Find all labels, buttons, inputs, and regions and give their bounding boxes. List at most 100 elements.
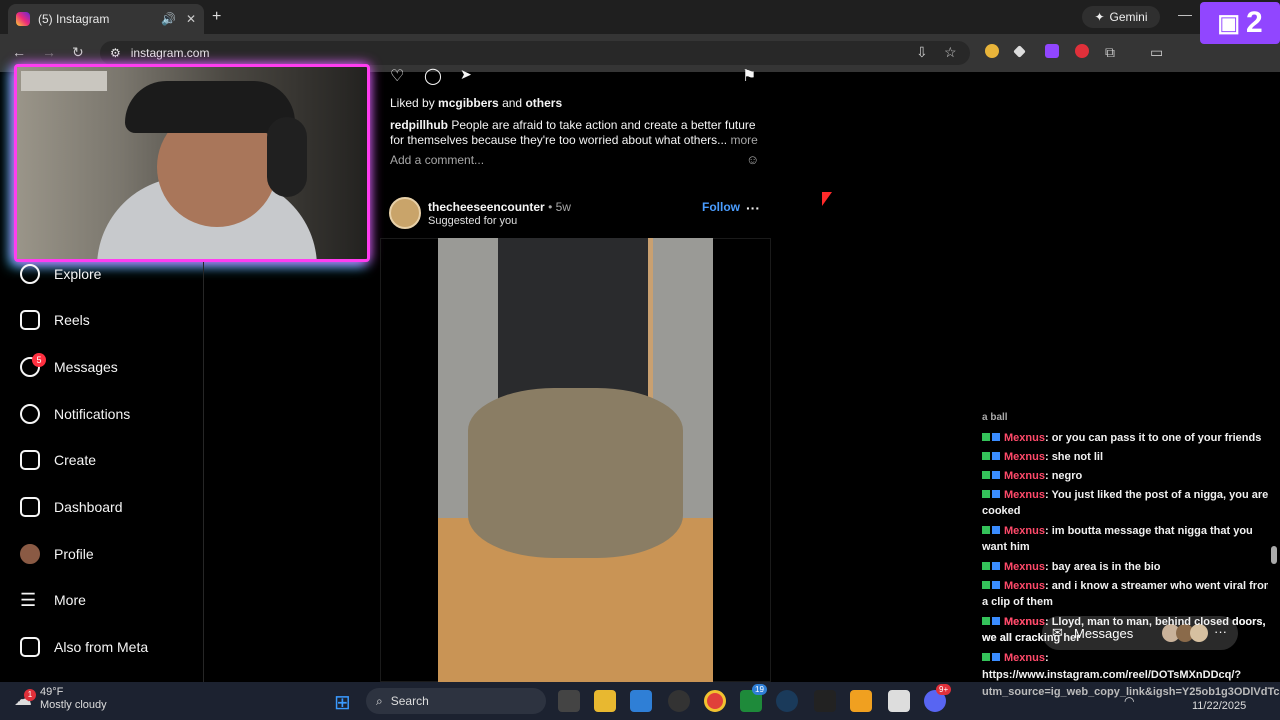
chat-line: Mexnus: she not lil xyxy=(982,449,1280,465)
sidebar-item-more[interactable]: ☰ More xyxy=(20,588,86,612)
sidebar-item-reels[interactable]: Reels xyxy=(20,308,90,332)
page-scrollbar[interactable] xyxy=(1268,76,1280,682)
follow-button[interactable]: Follow xyxy=(702,200,740,214)
chat-username: Mexnus xyxy=(1004,525,1045,537)
caption-username[interactable]: redpillhub xyxy=(390,118,448,132)
meta-icon xyxy=(20,637,40,657)
avatar xyxy=(20,544,40,564)
extensions-puzzle-icon[interactable]: ⧉ xyxy=(1105,44,1115,61)
discord-badge: 9+ xyxy=(936,684,952,695)
liked-by-user-link[interactable]: mcgibbers xyxy=(438,96,499,110)
install-icon[interactable]: ⇩ xyxy=(916,44,928,61)
app-icon[interactable] xyxy=(888,690,910,712)
post-author-line: thecheeseencounter • 5w xyxy=(428,200,571,214)
chat-link-line: https://www.instagram.com/reel/DOTsMXnDD… xyxy=(982,669,1242,681)
save-bookmark-icon[interactable]: ⚑ xyxy=(742,66,756,86)
share-icon[interactable]: ➤ xyxy=(460,66,472,83)
emoji-icon[interactable]: ☺ xyxy=(746,152,759,167)
minimize-icon[interactable]: — xyxy=(1178,6,1192,22)
browser-tab-instagram[interactable]: (5) Instagram 🔊 ✕ xyxy=(8,4,204,34)
add-comment-input[interactable]: Add a comment... xyxy=(390,153,484,167)
messages-badge: 5 xyxy=(32,353,46,367)
scrollbar-thumb[interactable] xyxy=(1271,546,1277,564)
taskbar-search[interactable]: ⌕ Search xyxy=(366,688,546,714)
sidebar-item-messages[interactable]: 5 Messages xyxy=(20,353,118,379)
store-icon[interactable] xyxy=(630,690,652,712)
chat-message: : she not lil xyxy=(1044,451,1104,463)
windows-start-icon[interactable]: ⊞ xyxy=(334,690,351,715)
chat-line: Mexnus: and i know a streamer who went v… xyxy=(982,578,1280,610)
speaker-icon[interactable]: 🔊 xyxy=(161,12,176,26)
sidebar-item-notifications[interactable]: Notifications xyxy=(20,402,130,426)
rockstar-icon[interactable] xyxy=(850,690,872,712)
sidebar-item-label: Dashboard xyxy=(54,499,123,515)
weather-alert-badge: 1 xyxy=(24,688,36,701)
weather-desc: Mostly cloudy xyxy=(40,699,107,711)
taskbar-date[interactable]: 11/22/2025 xyxy=(1192,700,1246,712)
sidebar-item-label: Explore xyxy=(54,266,102,282)
task-view-icon[interactable] xyxy=(558,690,580,712)
liked-by-others-link[interactable]: others xyxy=(525,96,562,110)
sidebar-item-explore[interactable]: Explore xyxy=(20,262,101,286)
chat-message: : xyxy=(1044,652,1049,664)
sidebar-item-also-from-meta[interactable]: Also from Meta xyxy=(20,635,148,659)
twitch-number: 2 xyxy=(1246,6,1263,39)
sidebar-item-label: Messages xyxy=(54,359,118,375)
cloud-icon: ☁ 1 xyxy=(14,688,36,708)
plus-icon xyxy=(20,450,40,470)
forward-icon[interactable]: → xyxy=(42,44,56,60)
chat-username: Mexnus xyxy=(1004,489,1045,501)
search-icon: ⌕ xyxy=(376,693,383,708)
address-bar[interactable]: ⚙ instagram.com xyxy=(100,41,970,65)
bookmark-star-icon[interactable]: ☆ xyxy=(944,44,957,61)
reload-icon[interactable]: ↻ xyxy=(72,44,84,61)
sidebar-item-label: Reels xyxy=(54,312,90,328)
app-icon[interactable] xyxy=(668,690,690,712)
chart-icon xyxy=(20,497,40,517)
search-placeholder: Search xyxy=(390,694,429,708)
compass-icon xyxy=(20,264,40,284)
twitch-glitch-icon: ▣ xyxy=(1217,9,1240,37)
extension-twitch-icon[interactable] xyxy=(1045,44,1059,58)
menu-icon: ☰ xyxy=(20,589,37,610)
tab-title: (5) Instagram xyxy=(38,12,110,26)
extension-color-icon[interactable] xyxy=(985,44,999,58)
close-icon[interactable]: ✕ xyxy=(186,12,196,26)
chat-username: Mexnus xyxy=(1004,652,1045,664)
back-icon[interactable]: ← xyxy=(12,44,26,60)
sidebar-item-profile[interactable]: Profile xyxy=(20,542,94,566)
extension-red-icon[interactable] xyxy=(1075,44,1089,58)
chrome-icon[interactable] xyxy=(704,690,726,712)
sidebar-item-create[interactable]: Create xyxy=(20,448,96,472)
steam-icon[interactable] xyxy=(776,690,798,712)
gemini-label: Gemini xyxy=(1109,10,1148,24)
more-options-icon[interactable]: ··· xyxy=(746,200,760,216)
caption-more-link[interactable]: more xyxy=(730,133,757,147)
sidebar-toggle-icon[interactable]: ▭ xyxy=(1150,44,1163,61)
xbox-badge: 19 xyxy=(752,684,767,695)
url-text: instagram.com xyxy=(130,46,210,60)
liked-by-and: and xyxy=(502,96,523,110)
sidebar-item-dashboard[interactable]: Dashboard xyxy=(20,495,123,519)
new-tab-button[interactable]: + xyxy=(212,8,221,26)
gemini-button[interactable]: ✦ Gemini xyxy=(1082,6,1160,28)
avatar[interactable] xyxy=(389,197,421,229)
post-username[interactable]: thecheeseencounter xyxy=(428,200,545,214)
chat-username: Mexnus xyxy=(1004,561,1045,573)
xbox-icon[interactable]: 19 xyxy=(740,684,767,712)
site-info-icon[interactable]: ⚙ xyxy=(110,46,121,60)
chat-username: Mexnus xyxy=(1004,616,1045,628)
discord-icon[interactable]: 9+ xyxy=(924,684,952,712)
chat-line: Mexnus: xyxy=(982,650,1280,666)
sidebar-item-label: More xyxy=(54,592,86,608)
chat-line: Mexnus: or you can pass it to one of you… xyxy=(982,430,1280,446)
weather-widget[interactable]: ☁ 1 49°F Mostly cloudy xyxy=(14,686,107,712)
like-heart-icon[interactable]: ♡ xyxy=(390,66,404,86)
twitch-logo: ▣ 2 xyxy=(1200,2,1280,44)
post-video[interactable] xyxy=(438,238,713,682)
chat-message: : bay area is in the bio xyxy=(1044,561,1161,573)
epic-games-icon[interactable] xyxy=(814,690,836,712)
chat-line: Mexnus: im boutta message that nigga tha… xyxy=(982,523,1280,555)
file-explorer-icon[interactable] xyxy=(594,690,616,712)
comment-icon[interactable]: ◯ xyxy=(424,66,442,86)
